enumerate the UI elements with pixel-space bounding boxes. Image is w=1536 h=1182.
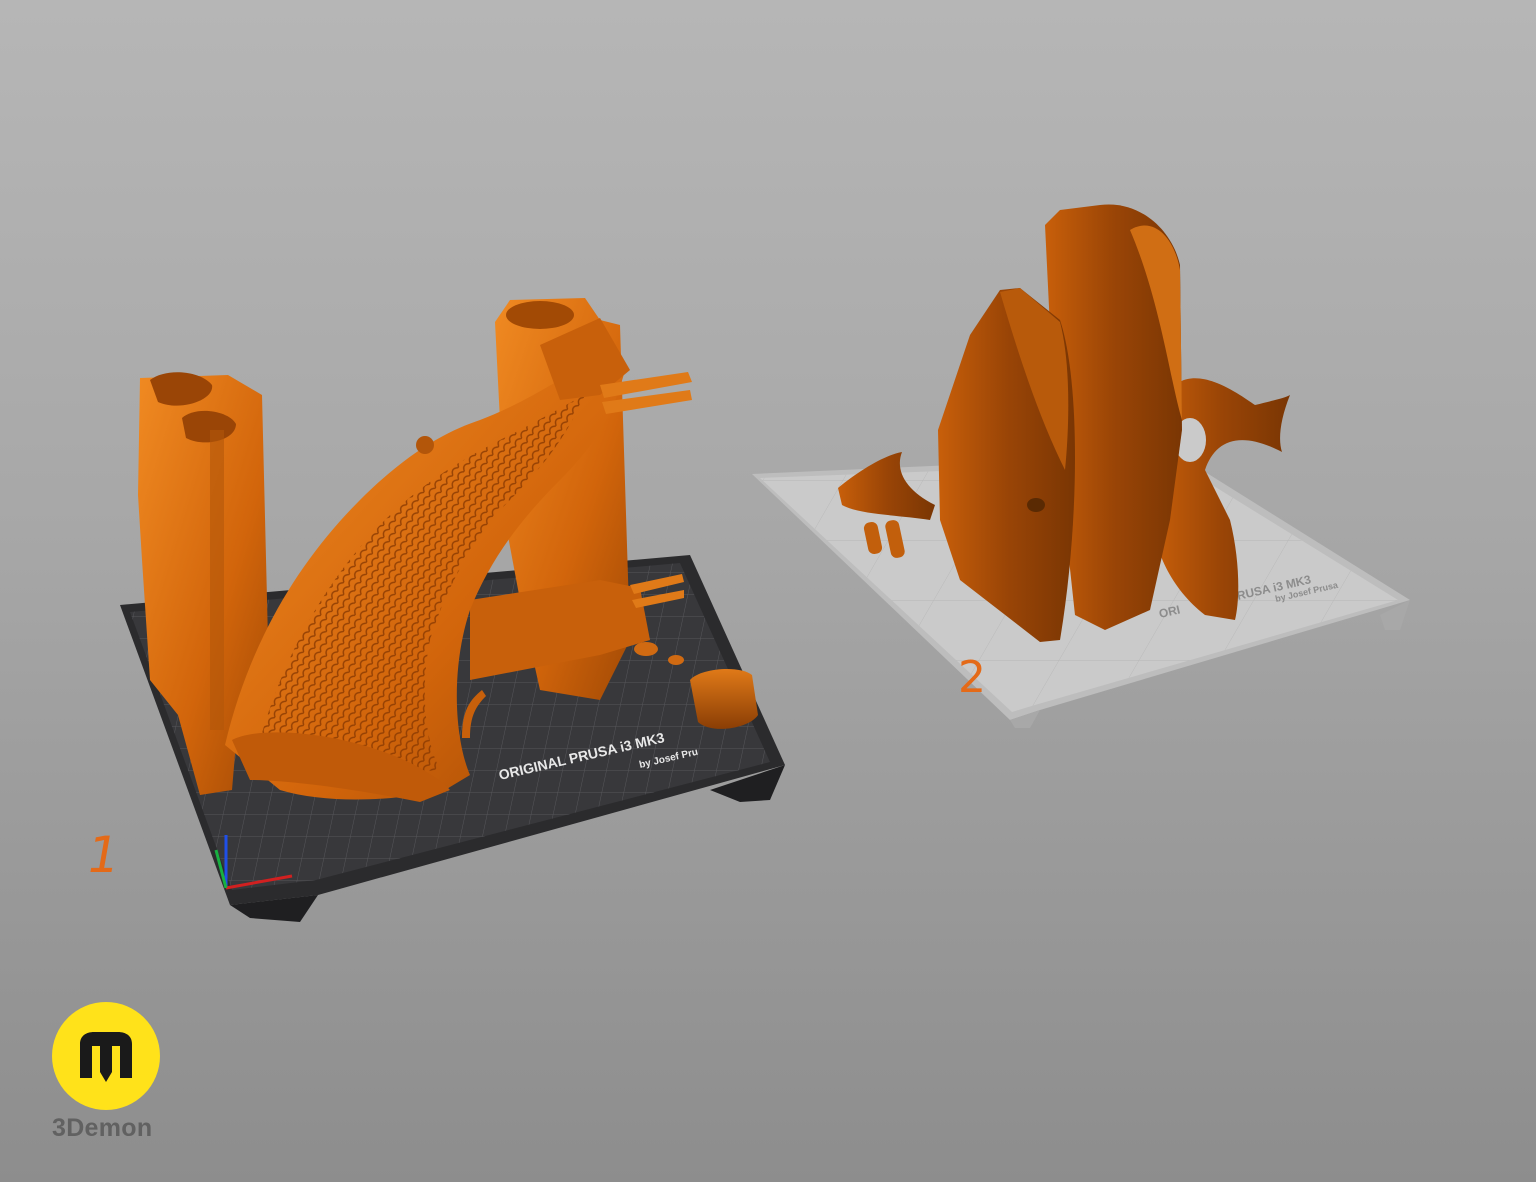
logo-mark [80,1032,132,1082]
front-shell-hole [1027,498,1045,512]
plate-1-number: 1 [82,825,124,884]
brand-name: 3Demon [52,1114,153,1142]
plate-2-number: 2 [958,652,986,703]
3demon-logo-icon [52,1002,160,1110]
small-block[interactable] [690,668,758,729]
small-knob-1[interactable] [634,642,658,656]
left-tower-groove [210,430,224,730]
small-knob-2[interactable] [668,655,684,665]
brand-watermark: 3Demon [50,1000,170,1150]
grip-rivet [416,436,434,454]
back-tower-hole [506,301,574,329]
3d-viewport[interactable]: 1 ORIGINAL PRUSA i3 MK3 by Josef Pru 2 O… [0,0,1536,1182]
